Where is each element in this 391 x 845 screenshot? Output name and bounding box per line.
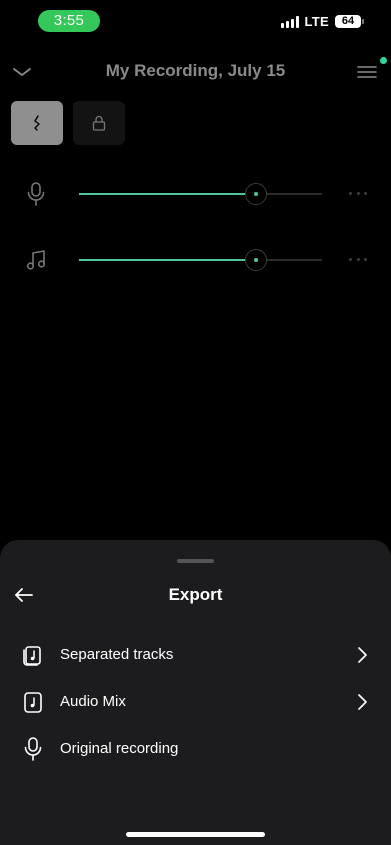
status-bar: 3:55 LTE 64 xyxy=(0,0,391,44)
slider-thumb[interactable] xyxy=(245,249,268,271)
sheet-title: Export xyxy=(168,585,223,604)
battery-level: 64 xyxy=(341,15,355,27)
network-type-label: LTE xyxy=(304,14,329,29)
export-option-separated-tracks[interactable]: Separated tracks xyxy=(0,633,391,677)
microphone-icon xyxy=(20,178,52,210)
music-note-icon xyxy=(20,244,52,276)
slider-fill xyxy=(79,259,257,261)
status-time[interactable]: 3:55 xyxy=(38,10,100,32)
export-option-audio-mix[interactable]: Audio Mix xyxy=(0,680,391,724)
vocals-volume-slider[interactable] xyxy=(79,183,322,205)
status-indicators: LTE 64 xyxy=(280,14,364,29)
slider-thumb[interactable] xyxy=(245,183,268,205)
pitch-mode-button[interactable] xyxy=(11,101,63,145)
slider-fill xyxy=(79,193,257,195)
option-label: Separated tracks xyxy=(60,646,174,663)
sheet-grabber[interactable] xyxy=(177,559,214,563)
page-title: My Recording, July 15 xyxy=(105,61,286,80)
chevron-right-icon xyxy=(355,644,369,666)
battery-icon: 64 xyxy=(335,15,364,28)
cellular-signal-icon xyxy=(280,15,299,28)
export-option-original-recording[interactable]: Original recording xyxy=(0,727,391,771)
track-vocals xyxy=(0,174,391,214)
music-volume-slider[interactable] xyxy=(79,249,322,271)
stacked-music-file-icon xyxy=(20,642,46,668)
export-sheet: Export Separated tracks Audio Mix Origin… xyxy=(0,540,391,845)
header: My Recording, July 15 xyxy=(0,50,391,92)
track-music xyxy=(0,240,391,280)
home-indicator[interactable] xyxy=(126,832,265,837)
more-options-icon[interactable] xyxy=(349,188,367,198)
more-options-icon[interactable] xyxy=(349,254,367,264)
pitch-mark-icon xyxy=(34,115,40,131)
hamburger-menu-icon[interactable] xyxy=(355,60,379,84)
music-file-icon xyxy=(20,689,46,715)
notification-dot xyxy=(380,57,387,64)
option-label: Original recording xyxy=(60,740,179,757)
lock-icon xyxy=(92,115,106,131)
chevron-right-icon xyxy=(355,691,369,713)
option-label: Audio Mix xyxy=(60,693,126,710)
lock-button[interactable] xyxy=(73,101,125,145)
microphone-icon xyxy=(20,736,46,762)
